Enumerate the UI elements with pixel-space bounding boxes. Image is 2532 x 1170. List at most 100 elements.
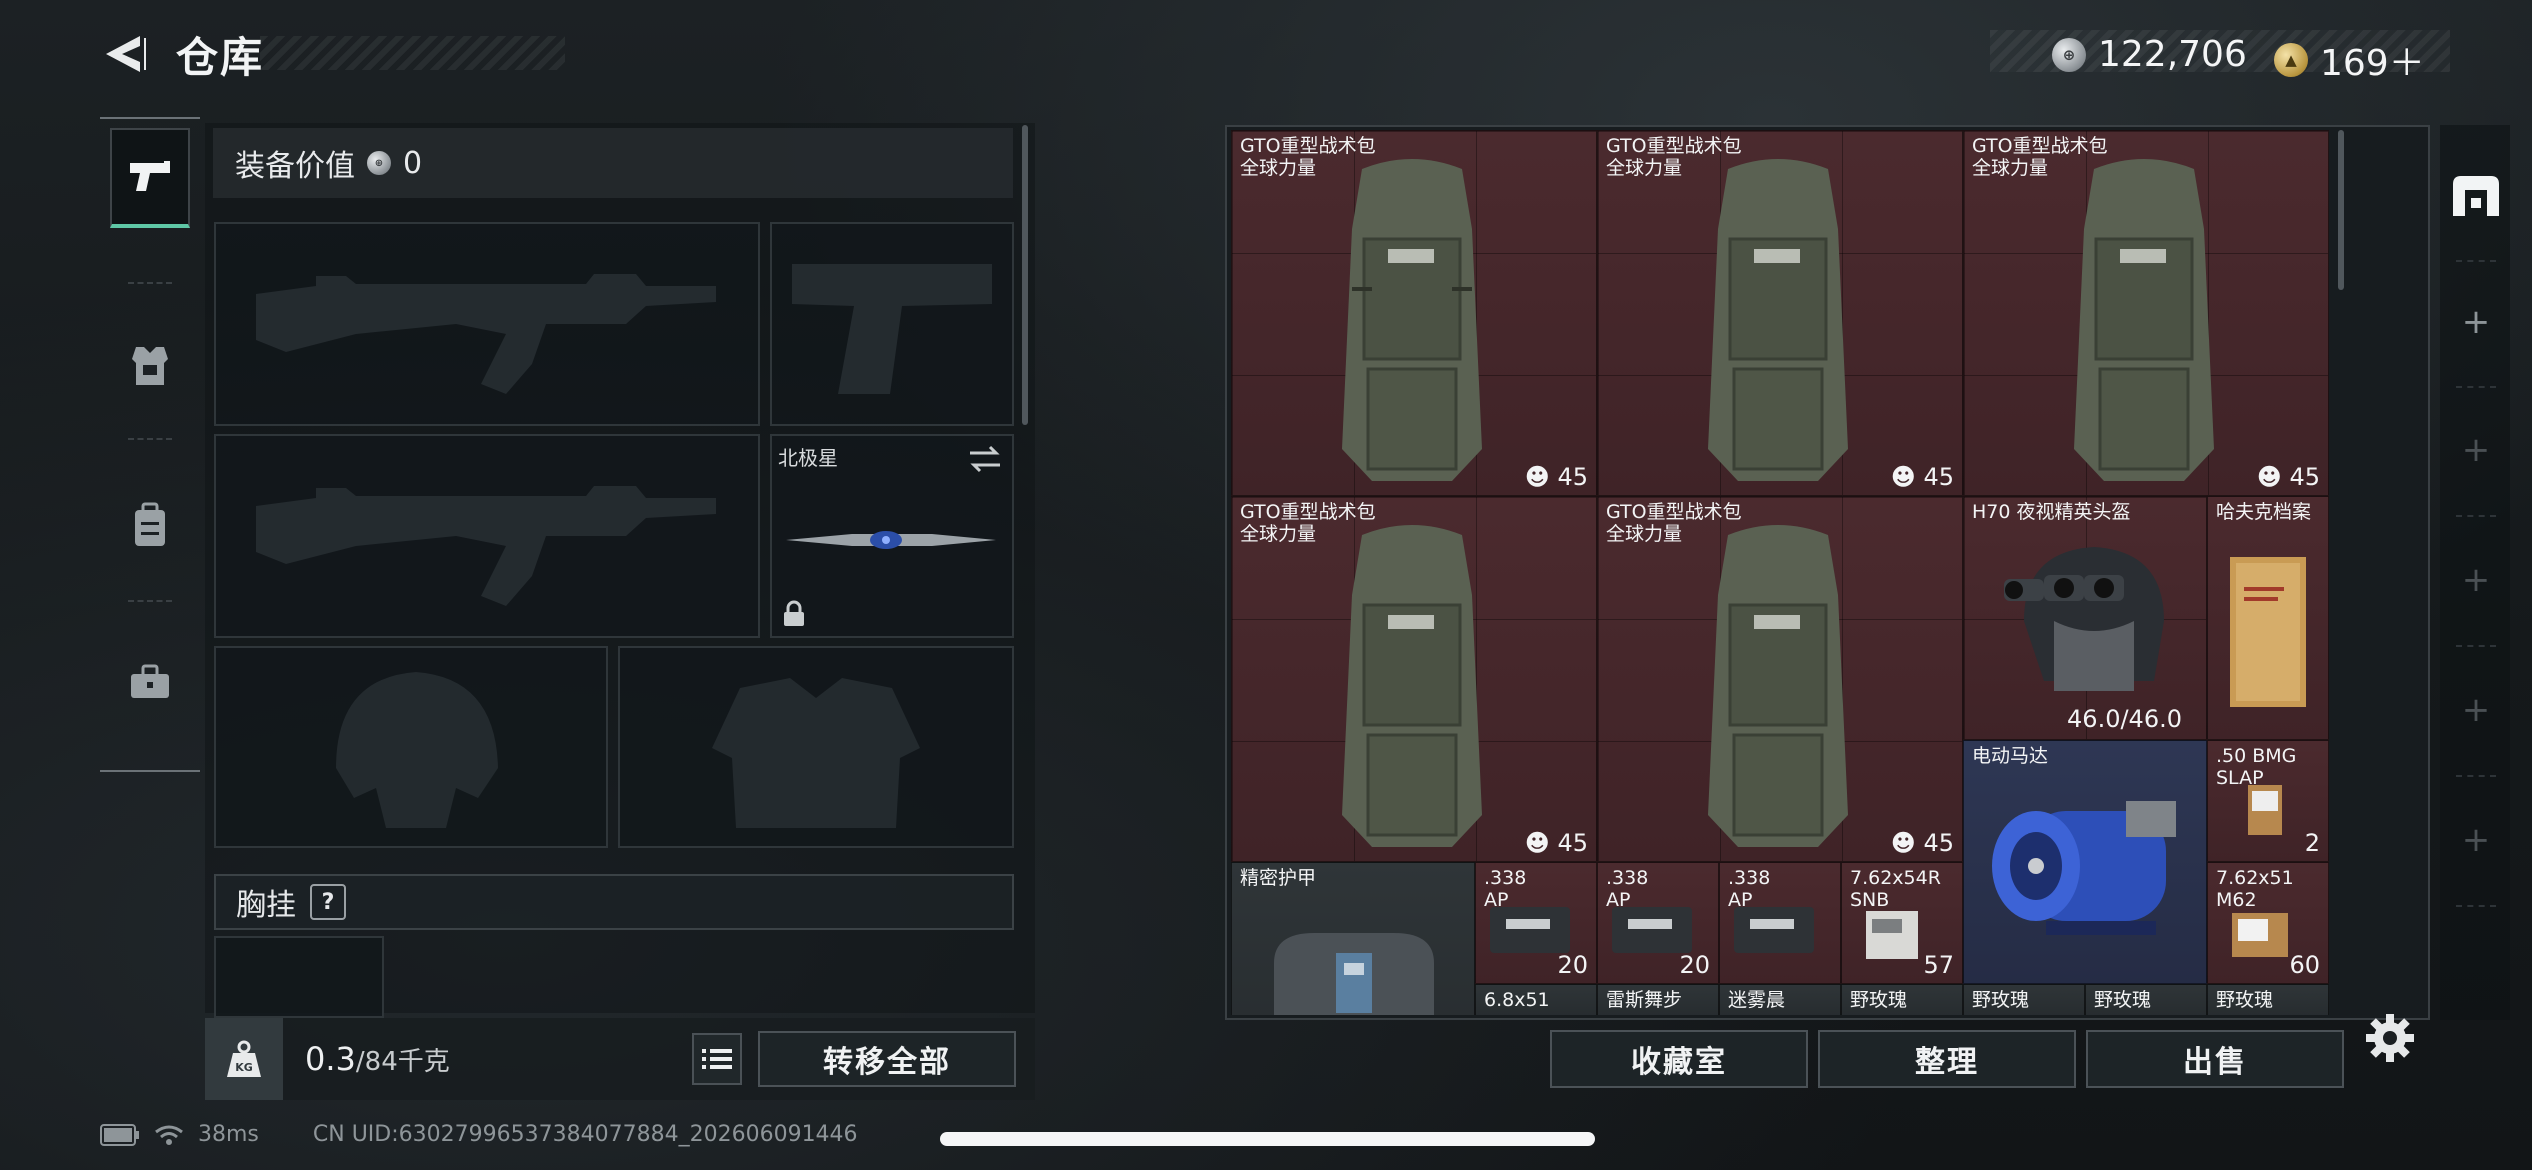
side-separator [2456,645,2496,647]
add-storage-button[interactable]: + [2446,680,2506,740]
battery-icon [100,1123,139,1146]
item-ammo-762x54[interactable]: 7.62x54R SNB 57 [1841,862,1963,984]
item-partial[interactable]: 6.8x51 [1475,984,1597,1015]
plus-icon: + [2461,560,2491,600]
rail-separator [128,600,172,602]
melee-label: 北极星 [778,446,838,470]
item-name: GTO重型战术包 全球力量 [1606,135,1742,179]
item-name: GTO重型战术包 全球力量 [1240,501,1376,545]
plus-icon: + [2461,820,2491,860]
backpack-item-icon [1342,159,1482,481]
body-armor-slot[interactable] [618,646,1014,848]
gear-icon [2366,1014,2414,1062]
item-ammo-338[interactable]: .338 AP [1719,862,1841,984]
item-name: GTO重型战术包 全球力量 [1606,501,1742,545]
rail-item-weapons[interactable] [110,128,190,228]
equipment-value-label: 装备价值 [235,149,355,184]
gold-coin-icon: ▲ [2274,43,2308,77]
transfer-all-button[interactable]: 转移全部 [758,1031,1016,1087]
back-button[interactable] [96,26,152,82]
item-name: 电动马达 [1972,745,2049,767]
storage-page-button[interactable] [2446,166,2506,226]
equipment-scrollbar[interactable] [1022,125,1028,425]
side-separator [2456,905,2496,907]
item-helmet[interactable]: H70 夜视精英头盔 46.0/46.0 [1963,496,2207,740]
gold-currency[interactable]: ▲ 169＋ [2274,34,2425,86]
knife-icon [786,531,996,549]
item-backpack[interactable]: GTO重型战术包 全球力量 ☻ 45 [1597,496,1963,862]
item-backpack[interactable]: GTO重型战术包 全球力量 ☻ 45 [1963,130,2329,496]
ammo-box-icon [1866,911,1918,959]
weight-max: /84千克 [355,1047,450,1077]
silver-currency[interactable]: ⊕ 122,706 [2052,34,2247,75]
swap-icon[interactable] [968,444,1002,474]
item-partial[interactable]: 野玫瑰 [1841,984,1963,1015]
equipment-value-bar: 装备价值 ⊕ 0 [213,128,1013,198]
item-count: ☻ 45 [1524,463,1588,491]
primary-weapon-slot[interactable] [214,222,760,426]
add-storage-button[interactable]: + [2446,810,2506,870]
item-backpack[interactable]: GTO重型战术包 全球力量 ☻ 45 [1597,130,1963,496]
melee-slot[interactable]: 北极星 [770,434,1014,638]
item-partial[interactable]: 迷雾晨 [1719,984,1841,1015]
item-armor[interactable]: 精密护甲 [1231,862,1475,1015]
plus-icon: + [2461,690,2491,730]
vest-icon [132,347,168,385]
plus-icon: + [2461,430,2491,470]
pistol-icon [130,161,170,191]
item-name: 7.62x51 M62 [2216,867,2294,911]
rail-item-supplies[interactable] [110,632,190,732]
item-ammo-338[interactable]: .338 AP 20 [1597,862,1719,984]
silver-coin-icon: ⊕ [2052,37,2086,72]
backpack-icon [135,502,165,546]
item-name: .338 AP [1728,867,1771,911]
chest-rig-bar[interactable]: 胸挂 ? [214,874,1014,930]
add-storage-button[interactable]: + [2446,292,2506,352]
item-motor[interactable]: 电动马达 [1963,740,2207,984]
add-storage-button[interactable]: + [2446,550,2506,610]
rail-separator [128,282,172,284]
rail-item-armor[interactable] [110,315,190,415]
sell-button[interactable]: 出售 [2086,1030,2344,1088]
item-backpack[interactable]: GTO重型战术包 全球力量 ☻ 45 [1231,496,1597,862]
night-vision-helmet-icon [2004,547,2164,691]
rifle-silhouette-icon [256,486,716,606]
wifi-icon [155,1125,183,1145]
title-stripe [260,36,565,70]
storage-grid[interactable]: GTO重型战术包 全球力量 ☻ 45 GTO重型战术包 全球力量 ☻ 45 GT… [1231,130,2331,1015]
item-name: .50 BMG SLAP [2216,745,2297,789]
home-indicator[interactable] [940,1132,1595,1146]
item-ammo-m62[interactable]: 7.62x51 M62 60 [2207,862,2329,984]
settings-button[interactable] [2362,1010,2418,1066]
add-storage-button[interactable]: + [2446,420,2506,480]
side-separator [2456,386,2496,388]
ammo-box-icon [2248,785,2282,835]
chest-rig-slot[interactable] [214,936,384,1018]
storage-scrollbar[interactable] [2338,130,2344,290]
status-bar: 38ms CN UID:6302799653738407788​4_202606… [100,1122,858,1147]
collection-room-button[interactable]: 收藏室 [1550,1030,1808,1088]
item-backpack[interactable]: GTO重型战术包 全球力量 ☻ 45 [1231,130,1597,496]
chest-rig-label: 胸挂 [236,888,296,923]
pistol-silhouette-icon [792,264,992,394]
item-partial[interactable]: 野玫瑰 [2207,984,2329,1015]
pistol-slot[interactable] [770,222,1014,426]
rail-item-backpack[interactable] [110,475,190,575]
organize-button[interactable]: 整理 [1818,1030,2076,1088]
side-separator [2456,260,2496,262]
list-view-button[interactable] [692,1033,742,1085]
item-count: ☻ 45 [1524,829,1588,857]
item-dossier[interactable]: 哈夫克档案 [2207,496,2329,740]
item-partial[interactable]: 野玫瑰 [2085,984,2207,1015]
secondary-weapon-slot[interactable] [214,434,760,638]
backpack-item-icon [1342,525,1482,847]
help-icon[interactable]: ? [310,884,346,920]
item-ammo-bmg[interactable]: .50 BMG SLAP 2 [2207,740,2329,862]
item-ammo-338[interactable]: .338 AP 20 [1475,862,1597,984]
helmet-slot[interactable] [214,646,608,848]
item-name: 精密护甲 [1240,867,1317,889]
item-partial[interactable]: 野玫瑰 [1963,984,2085,1015]
item-partial[interactable]: 雷斯舞步 [1597,984,1719,1015]
weight-current: 0.3 [305,1040,356,1078]
item-name: .338 AP [1606,867,1649,911]
